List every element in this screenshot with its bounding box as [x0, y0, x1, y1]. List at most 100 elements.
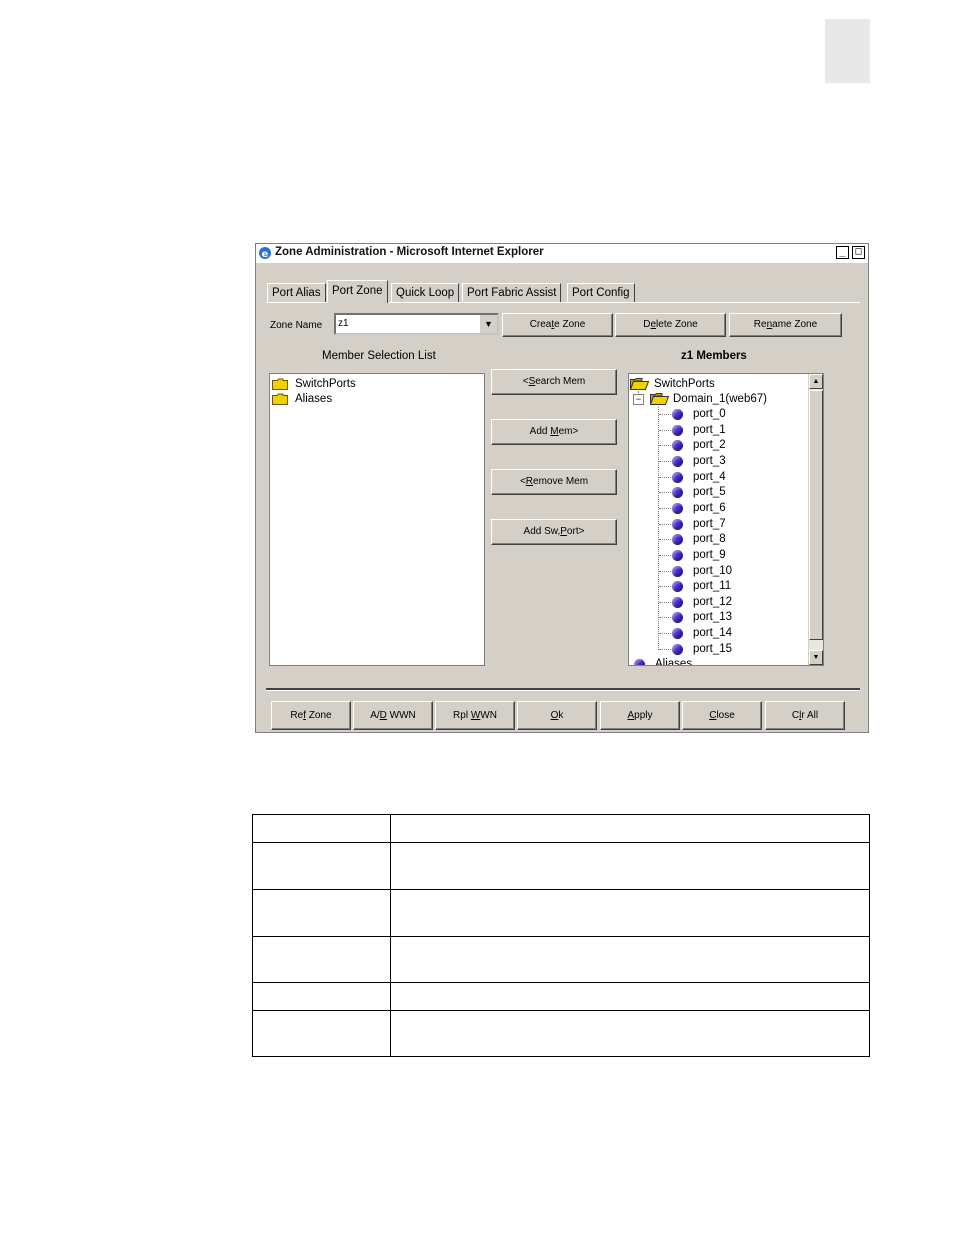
zone-name-select[interactable]: z1 ▼ — [334, 313, 499, 335]
dropdown-arrow-icon[interactable]: ▼ — [479, 315, 497, 333]
tree-connector — [659, 617, 671, 619]
port-dot-icon — [672, 518, 683, 530]
member-selection-heading: Member Selection List — [322, 350, 436, 362]
title-bar: e Zone Administration - Microsoft Intern… — [256, 244, 868, 263]
collapse-icon[interactable]: − — [633, 394, 644, 405]
port-label: port_12 — [693, 595, 733, 608]
port-dot-icon — [672, 487, 683, 499]
rpl-wwn-button[interactable]: Rpl WWN — [435, 701, 515, 730]
create-zone-button[interactable]: Create Zone — [502, 313, 613, 337]
port-label: port_5 — [693, 486, 726, 499]
port-dot-icon — [672, 455, 683, 467]
ad-wwn-button[interactable]: A/D WWN — [353, 701, 433, 730]
port-label: port_15 — [693, 642, 733, 655]
divider — [266, 688, 860, 691]
tree-connector — [659, 414, 671, 415]
scroll-thumb[interactable] — [809, 390, 823, 640]
port-label: port_0 — [693, 408, 726, 420]
tree-connector — [659, 601, 671, 603]
port-label: port_4 — [693, 470, 726, 483]
port-dot-icon — [672, 581, 683, 593]
folder-icon — [272, 378, 288, 390]
tab-quick-loop[interactable]: Quick Loop — [391, 283, 460, 302]
port-dot-icon — [672, 612, 683, 624]
tree-connector — [659, 507, 671, 509]
scroll-up-icon[interactable]: ▲ — [809, 374, 823, 389]
domain-label: Domain_1(web67) — [673, 393, 767, 405]
switchports-label: SwitchPorts — [295, 378, 356, 390]
member-selection-list[interactable]: SwitchPorts Aliases — [269, 373, 485, 666]
port-dot-icon — [672, 534, 683, 546]
table-row — [252, 814, 870, 843]
port-dot-icon — [672, 502, 683, 514]
port-label: port_11 — [693, 580, 732, 593]
clr-all-button[interactable]: Clr All — [765, 701, 845, 730]
port-dot-icon — [672, 409, 683, 420]
add-swport-button[interactable]: Add Sw,Port> — [491, 519, 617, 545]
tree-connector — [659, 648, 671, 650]
zone-name-label: Zone Name — [270, 320, 323, 331]
tree-connector — [659, 523, 671, 525]
aliases-member-label: Aliases — [655, 658, 693, 666]
table-row — [252, 1010, 870, 1057]
port-label: port_8 — [693, 533, 726, 546]
port-dot-icon — [672, 440, 683, 452]
tab-port-fabric-assist[interactable]: Port Fabric Assist — [462, 283, 562, 302]
maximize-button[interactable]: □ — [852, 246, 865, 259]
port-label: port_10 — [693, 564, 733, 577]
tab-port-alias[interactable]: Port Alias — [267, 283, 326, 302]
table-row — [252, 936, 870, 983]
port-label: port_7 — [693, 517, 726, 530]
page-corner-tab — [825, 19, 870, 83]
search-mem-button[interactable]: <Search Mem — [491, 369, 617, 395]
tree-connector — [659, 633, 671, 635]
port-dot-icon — [672, 628, 683, 640]
tree-connector — [659, 492, 671, 494]
port-dot-icon — [672, 643, 683, 655]
port-label: port_3 — [693, 454, 726, 467]
zone-members-tree[interactable]: SwitchPorts − Domain_1(web67) port_0port… — [628, 373, 824, 666]
port-label: port_14 — [693, 627, 733, 640]
table-row — [252, 889, 870, 937]
open-folder-icon — [630, 378, 649, 390]
tree-connector — [658, 407, 659, 650]
tab-port-zone[interactable]: Port Zone — [327, 280, 388, 303]
add-mem-button[interactable]: Add Mem> — [491, 419, 617, 445]
svg-text:e: e — [262, 249, 269, 260]
port-label: port_2 — [693, 439, 726, 452]
delete-zone-button[interactable]: Delete Zone — [615, 313, 726, 337]
tree-connector — [659, 445, 671, 447]
tree-connector — [659, 476, 671, 478]
port-label: port_6 — [693, 501, 726, 514]
folder-icon — [272, 393, 288, 405]
tree-connector — [659, 539, 671, 541]
rename-zone-button[interactable]: Rename Zone — [729, 313, 842, 337]
tab-port-config[interactable]: Port Config — [567, 283, 635, 302]
zone-members-heading: z1 Members — [681, 350, 747, 362]
port-label: port_9 — [693, 548, 726, 561]
port-dot-icon — [672, 471, 683, 483]
tree-connector — [659, 570, 671, 572]
table-row — [252, 842, 870, 890]
tree-connector — [659, 429, 671, 431]
window-title: Zone Administration - Microsoft Internet… — [275, 246, 544, 258]
ref-zone-button[interactable]: Ref Zone — [271, 701, 351, 730]
members-root-label: SwitchPorts — [654, 378, 715, 390]
port-dot-icon — [672, 596, 683, 608]
table-row — [252, 982, 870, 1011]
zone-administration-window: e Zone Administration - Microsoft Intern… — [255, 243, 869, 733]
port-dot-icon — [672, 549, 683, 561]
remove-mem-button[interactable]: <Remove Mem — [491, 469, 617, 495]
open-folder-icon — [650, 393, 669, 405]
tree-connector — [659, 586, 671, 588]
tree-connector — [659, 554, 671, 556]
port-label: port_13 — [693, 611, 733, 624]
port-dot-icon — [672, 565, 683, 577]
vertical-scrollbar[interactable]: ▲ ▼ — [808, 374, 823, 665]
close-button[interactable]: Close — [682, 701, 762, 730]
scroll-down-icon[interactable]: ▼ — [809, 650, 823, 665]
ok-button[interactable]: Ok — [517, 701, 597, 730]
zone-name-value: z1 — [338, 318, 349, 329]
minimize-button[interactable]: _ — [836, 246, 849, 259]
apply-button[interactable]: Apply — [600, 701, 680, 730]
